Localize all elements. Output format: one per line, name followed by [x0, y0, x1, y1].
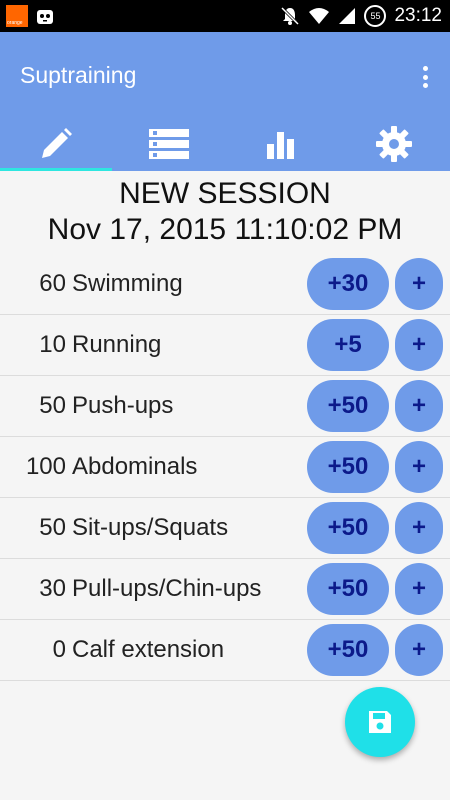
app-title: Suptraining	[20, 62, 137, 88]
app-bar: Suptraining	[0, 32, 450, 171]
wifi-icon	[309, 8, 330, 24]
gear-icon	[375, 126, 412, 162]
session-date: Nov 17, 2015 11:10:02 PM	[47, 213, 403, 246]
custom-add-button[interactable]: +	[395, 563, 443, 615]
increment-button[interactable]: +30	[307, 258, 389, 310]
session-title: NEW SESSION	[119, 177, 331, 210]
save-icon	[369, 711, 391, 733]
exercise-count: 0	[52, 636, 66, 663]
list-item: 100 Abdominals +50 +	[0, 437, 450, 498]
exercise-count: 60	[39, 270, 66, 297]
tab-settings[interactable]	[338, 120, 450, 168]
exercise-name: Abdominals	[72, 453, 198, 480]
increment-button[interactable]: +50	[307, 502, 389, 554]
tab-new-session[interactable]	[0, 120, 113, 168]
exercise-count: 10	[39, 331, 66, 358]
tab-statistics[interactable]	[225, 120, 338, 168]
save-session-button[interactable]	[345, 687, 415, 757]
exercise-name: Calf extension	[72, 636, 225, 663]
exercise-count: 50	[39, 514, 66, 541]
list-item: 50 Push-ups +50 +	[0, 376, 450, 437]
tab-bar	[0, 120, 450, 168]
increment-button[interactable]: +50	[307, 624, 389, 676]
custom-add-button[interactable]: +	[395, 502, 443, 554]
list-item: 30 Pull-ups/Chin-ups +50 +	[0, 559, 450, 620]
exercise-name: Running	[72, 331, 162, 358]
custom-add-button[interactable]: +	[395, 441, 443, 493]
custom-add-button[interactable]: +	[395, 380, 443, 432]
exercise-count: 100	[25, 453, 66, 480]
cat-icon	[37, 10, 53, 24]
bar-chart-icon	[267, 132, 295, 159]
custom-add-button[interactable]: +	[395, 319, 443, 371]
signal-icon	[339, 8, 356, 24]
exercise-count: 50	[39, 392, 66, 419]
notifications-off-icon	[281, 6, 300, 26]
increment-button[interactable]: +50	[307, 380, 389, 432]
clock: 23:12	[394, 5, 442, 26]
exercise-name: Sit-ups/Squats	[72, 514, 229, 541]
battery-indicator: 55	[364, 5, 387, 27]
tab-history[interactable]	[113, 120, 226, 168]
carrier-logo: orange	[6, 5, 28, 27]
list-item: 0 Calf extension +50 +	[0, 620, 450, 681]
increment-button[interactable]: +50	[307, 441, 389, 493]
custom-add-button[interactable]: +	[395, 258, 443, 310]
exercise-name: Push-ups	[72, 392, 174, 419]
custom-add-button[interactable]: +	[395, 624, 443, 676]
increment-button[interactable]: +5	[307, 319, 389, 371]
increment-button[interactable]: +50	[307, 563, 389, 615]
exercise-name: Pull-ups/Chin-ups	[72, 575, 262, 602]
list-item: 60 Swimming +30 +	[0, 254, 450, 315]
exercise-list: 60 Swimming +30 + 10 Running +5 + 50 Pus…	[0, 254, 450, 681]
pencil-icon	[42, 128, 73, 158]
status-bar: orange 55 23:12	[0, 0, 450, 32]
exercise-count: 30	[39, 575, 66, 602]
list-item: 10 Running +5 +	[0, 315, 450, 376]
overflow-menu-icon[interactable]	[422, 66, 428, 88]
exercise-name: Swimming	[72, 270, 183, 297]
list-icon	[148, 129, 189, 159]
session-content: NEW SESSION Nov 17, 2015 11:10:02 PM 60 …	[0, 171, 450, 681]
list-item: 50 Sit-ups/Squats +50 +	[0, 498, 450, 559]
